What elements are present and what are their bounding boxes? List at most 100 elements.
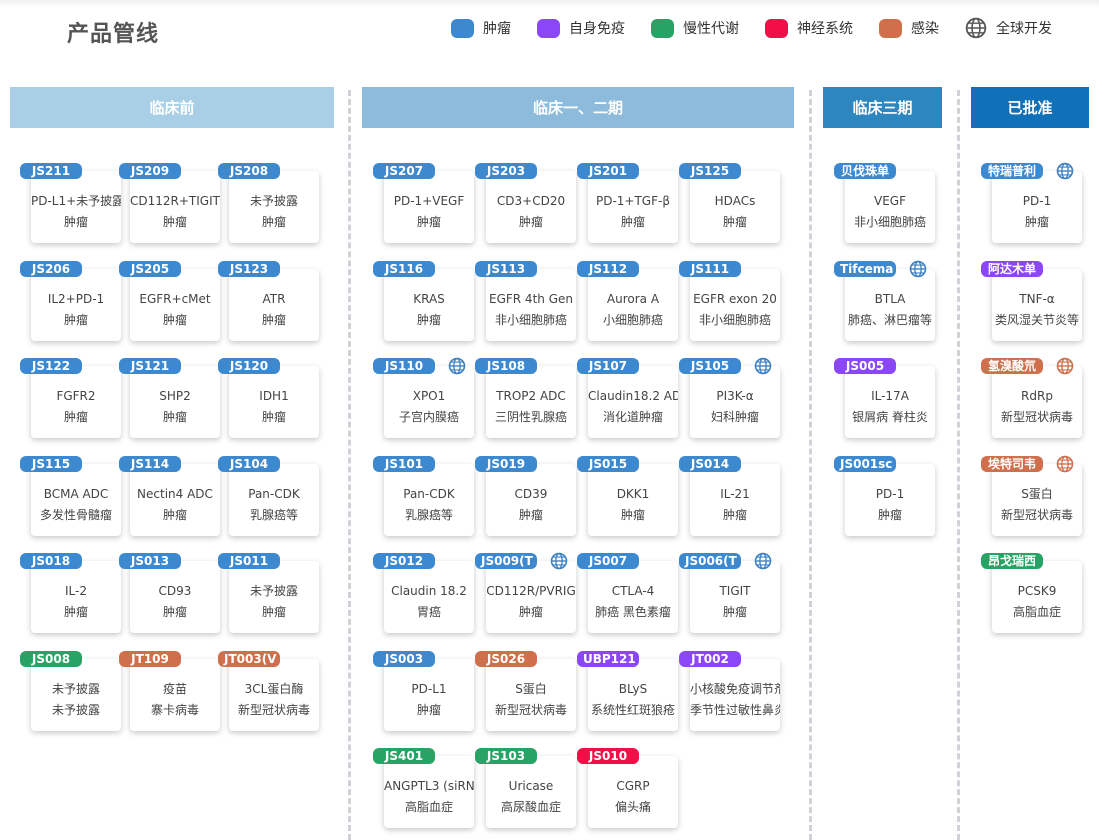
pipeline-card[interactable]: 小核酸免疫调节剂 季节性过敏性鼻炎 xyxy=(690,659,780,731)
pipeline-card[interactable]: Pan-CDK 乳腺癌等 xyxy=(229,464,319,536)
pipeline-card[interactable]: 未予披露 肿瘤 xyxy=(229,171,319,243)
pipeline-card[interactable]: FGFR2 肿瘤 xyxy=(31,366,121,438)
pipeline-card[interactable]: Claudin18.2 ADC 消化道肿瘤 xyxy=(588,366,678,438)
pipeline-card[interactable]: 疫苗 寨卡病毒 xyxy=(130,659,220,731)
pipeline-card[interactable]: EGFR 4th Gen 非小细胞肺癌 xyxy=(486,269,576,341)
pipeline-card[interactable]: PD-1+TGF-β 肿瘤 xyxy=(588,171,678,243)
pipeline-card[interactable]: ATR 肿瘤 xyxy=(229,269,319,341)
pipeline-card[interactable]: EGFR+cMet 肿瘤 xyxy=(130,269,220,341)
card-target: VEGF xyxy=(874,194,906,208)
pipeline-card[interactable]: CD112R/PVRIG 肿瘤 xyxy=(486,561,576,633)
card-target: BTLA xyxy=(874,292,906,306)
card-indication: 肿瘤 xyxy=(63,410,88,424)
card-code-tag: JT002 xyxy=(679,651,741,667)
pipeline-card[interactable]: Uricase 高尿酸血症 xyxy=(486,756,576,828)
pipeline-card[interactable]: TROP2 ADC 三阴性乳腺癌 xyxy=(486,366,576,438)
pipeline-card[interactable]: IL-21 肿瘤 xyxy=(690,464,780,536)
pipeline-card[interactable]: PD-1 肿瘤 xyxy=(992,171,1082,243)
card-indication: 肿瘤 xyxy=(63,215,88,229)
card-indication: 寨卡病毒 xyxy=(150,703,199,717)
legend-item-metabolic[interactable]: 慢性代谢 xyxy=(651,18,739,38)
pipeline-card[interactable]: Claudin 18.2 胃癌 xyxy=(384,561,474,633)
pipeline-card[interactable]: KRAS 肿瘤 xyxy=(384,269,474,341)
card-code-tag: JS114 xyxy=(119,456,181,472)
pipeline-card[interactable]: PD-L1 肿瘤 xyxy=(384,659,474,731)
pipeline-card[interactable]: CGRP 偏头痛 xyxy=(588,756,678,828)
card-code-tag: JS208 xyxy=(218,163,280,179)
card-target: ANGPTL3 (siRNA) xyxy=(384,779,474,793)
pipeline-card[interactable]: PCSK9 高脂血症 xyxy=(992,561,1082,633)
pipeline-card[interactable]: HDACs 肿瘤 xyxy=(690,171,780,243)
pipeline-card[interactable]: IDH1 肿瘤 xyxy=(229,366,319,438)
card-indication: 肿瘤 xyxy=(877,508,902,522)
pipeline-card[interactable]: BCMA ADC 多发性骨髓瘤 xyxy=(31,464,121,536)
legend-item-neuro[interactable]: 神经系统 xyxy=(765,18,853,38)
globe-icon xyxy=(1056,455,1074,473)
legend-item-autoimmune[interactable]: 自身免疫 xyxy=(537,18,625,38)
pipeline-card[interactable]: PD-1+VEGF 肿瘤 xyxy=(384,171,474,243)
pipeline-card[interactable]: IL2+PD-1 肿瘤 xyxy=(31,269,121,341)
pipeline-card[interactable]: VEGF 非小细胞肺癌 xyxy=(845,171,935,243)
pipeline-card[interactable]: CTLA-4 肺癌 黑色素瘤 xyxy=(588,561,678,633)
card-indication: 非小细胞肺癌 xyxy=(698,313,771,327)
card-target: Aurora A xyxy=(606,292,660,306)
legend-item-infection[interactable]: 感染 xyxy=(879,18,939,38)
pipeline-card[interactable]: 3CL蛋白酶 新型冠状病毒 xyxy=(229,659,319,731)
card-indication: 肿瘤 xyxy=(518,605,543,619)
column-divider xyxy=(348,90,351,840)
card-code-tag: UBP121 xyxy=(577,651,639,667)
card-indication: 子宫内膜癌 xyxy=(398,410,459,424)
pipeline-card[interactable]: CD93 肿瘤 xyxy=(130,561,220,633)
legend-item-global[interactable]: 全球开发 xyxy=(965,17,1052,39)
card-code-tag: JS122 xyxy=(20,358,82,374)
pipeline-card[interactable]: 未予披露 未予披露 xyxy=(31,659,121,731)
card-target: Uricase xyxy=(508,779,554,793)
pipeline-card[interactable]: RdRp 新型冠状病毒 xyxy=(992,366,1082,438)
pipeline-card[interactable]: TIGIT 肿瘤 xyxy=(690,561,780,633)
card-code-tag: JS121 xyxy=(119,358,181,374)
legend-item-tumor[interactable]: 肿瘤 xyxy=(451,18,511,38)
card-target: KRAS xyxy=(413,292,445,306)
pipeline-card[interactable]: 未予披露 肿瘤 xyxy=(229,561,319,633)
pipeline-card[interactable]: BTLA 肺癌、淋巴瘤等 xyxy=(845,269,935,341)
pipeline-card[interactable]: IL-2 肿瘤 xyxy=(31,561,121,633)
pipeline-card[interactable]: IL-17A 银屑病 脊柱炎 xyxy=(845,366,935,438)
pipeline-card[interactable]: Aurora A 小细胞肺癌 xyxy=(588,269,678,341)
pipeline-card[interactable]: CD3+CD20 肿瘤 xyxy=(486,171,576,243)
card-indication: 肿瘤 xyxy=(518,508,543,522)
pipeline-card[interactable]: Nectin4 ADC 肿瘤 xyxy=(130,464,220,536)
card-code-tag: JS107 xyxy=(577,358,639,374)
card-indication: 高脂血症 xyxy=(404,800,453,814)
card-target: Nectin4 ADC xyxy=(137,487,213,501)
legend-swatch-infection xyxy=(879,18,902,38)
pipeline-card[interactable]: PD-L1+未予披露 肿瘤 xyxy=(31,171,121,243)
card-code-tag: JS009(T xyxy=(475,553,537,569)
card-code-tag: JS203 xyxy=(475,163,537,179)
pipeline-card[interactable]: SHP2 肿瘤 xyxy=(130,366,220,438)
pipeline-card[interactable]: CD112R+TIGIT 肿瘤 xyxy=(130,171,220,243)
card-code-tag: JS012 xyxy=(373,553,435,569)
pipeline-card[interactable]: ANGPTL3 (siRNA) 高脂血症 xyxy=(384,756,474,828)
pipeline-card[interactable]: EGFR exon 20 非小细胞肺癌 xyxy=(690,269,780,341)
card-target: BLyS xyxy=(618,682,648,696)
pipeline-card[interactable]: PI3K-α 妇科肿瘤 xyxy=(690,366,780,438)
pipeline-card[interactable]: Pan-CDK 乳腺癌等 xyxy=(384,464,474,536)
card-indication: 消化道肿瘤 xyxy=(602,410,663,424)
phase-header-preclinical: 临床前 xyxy=(10,87,334,128)
pipeline-card[interactable]: S蛋白 新型冠状病毒 xyxy=(992,464,1082,536)
pipeline-card[interactable]: CD39 肿瘤 xyxy=(486,464,576,536)
legend-label: 肿瘤 xyxy=(483,21,511,37)
pipeline-card[interactable]: BLyS 系统性红斑狼疮 xyxy=(588,659,678,731)
pipeline-card[interactable]: S蛋白 新型冠状病毒 xyxy=(486,659,576,731)
column-divider xyxy=(809,90,812,840)
pipeline-card[interactable]: TNF-α 类风湿关节炎等 xyxy=(992,269,1082,341)
card-target: CTLA-4 xyxy=(611,584,655,598)
pipeline-card[interactable]: XPO1 子宫内膜癌 xyxy=(384,366,474,438)
card-target: PI3K-α xyxy=(716,389,754,403)
card-code-tag: JS115 xyxy=(20,456,82,472)
card-code-tag: JS018 xyxy=(20,553,82,569)
card-target: HDACs xyxy=(714,194,756,208)
card-code-tag: JS207 xyxy=(373,163,435,179)
pipeline-card[interactable]: PD-1 肿瘤 xyxy=(845,464,935,536)
pipeline-card[interactable]: DKK1 肿瘤 xyxy=(588,464,678,536)
